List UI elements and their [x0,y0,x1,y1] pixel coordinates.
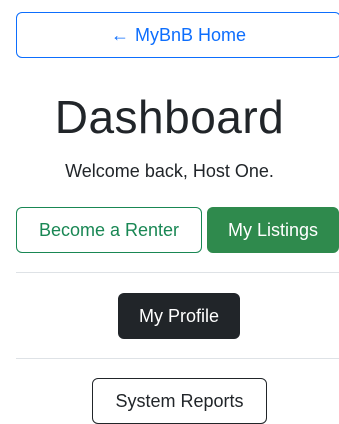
mybnb-home-button[interactable]: ← MyBnB Home [16,12,339,58]
page-title: Dashboard [54,91,285,143]
mybnb-home-label: MyBnB Home [134,24,247,45]
divider-bottom [16,358,339,359]
role-actions: Become a Renter My Listings [16,207,339,253]
my-profile-button[interactable]: My Profile [118,293,240,339]
divider-top [16,272,339,273]
my-listings-button[interactable]: My Listings [207,207,339,253]
welcome-message: Welcome back, Host One. [65,161,274,181]
system-reports-button[interactable]: System Reports [92,378,267,424]
become-renter-button[interactable]: Become a Renter [16,207,202,253]
arrow-left-icon: ← [110,24,129,45]
